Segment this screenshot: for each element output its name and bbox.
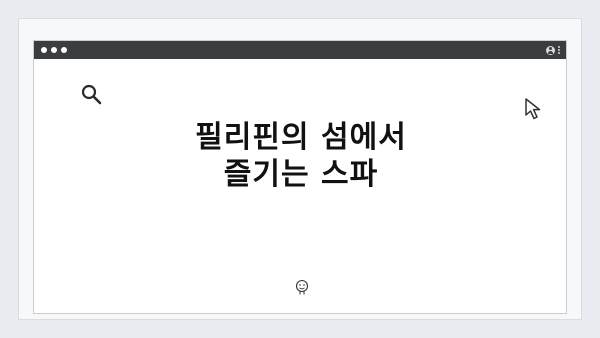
search-icon xyxy=(81,84,102,105)
kebab-menu-icon[interactable] xyxy=(558,46,560,54)
user-icon[interactable] xyxy=(546,45,555,55)
titlebar-actions xyxy=(546,45,560,55)
headline-line-2: 즐기는 스파 xyxy=(223,157,379,192)
window-titlebar xyxy=(34,41,566,59)
window-controls xyxy=(41,47,67,53)
cursor-arrow-icon xyxy=(525,98,541,120)
smile-face-icon xyxy=(295,279,309,295)
headline-line-1: 필리핀의 섬에서 xyxy=(195,120,407,155)
browser-window: 필리핀의 섬에서 즐기는 스파 xyxy=(33,40,567,314)
minimize-dot[interactable] xyxy=(51,47,57,53)
page-headline: 필리핀의 섬에서 즐기는 스파 xyxy=(34,119,568,193)
maximize-dot[interactable] xyxy=(61,47,67,53)
close-dot[interactable] xyxy=(41,47,47,53)
